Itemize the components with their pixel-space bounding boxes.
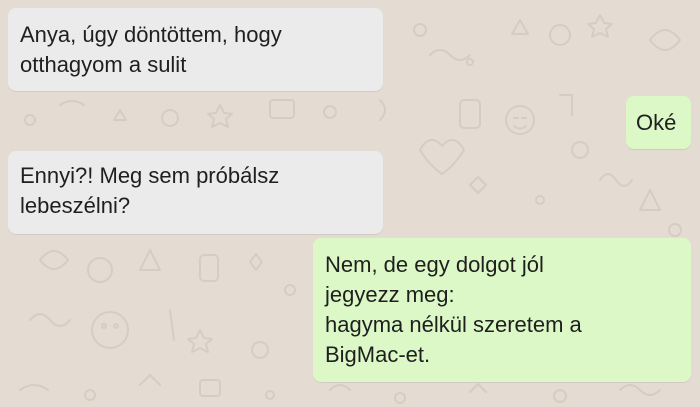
outgoing-message-bubble[interactable]: Oké (626, 96, 691, 149)
outgoing-message-bubble[interactable]: Nem, de egy dolgot jól jegyezz meg: hagy… (313, 238, 691, 382)
incoming-message-bubble[interactable]: Anya, úgy döntöttem, hogy otthagyom a su… (8, 8, 383, 91)
incoming-message-bubble[interactable]: Ennyi?! Meg sem próbálsz lebeszélni? (8, 151, 383, 234)
